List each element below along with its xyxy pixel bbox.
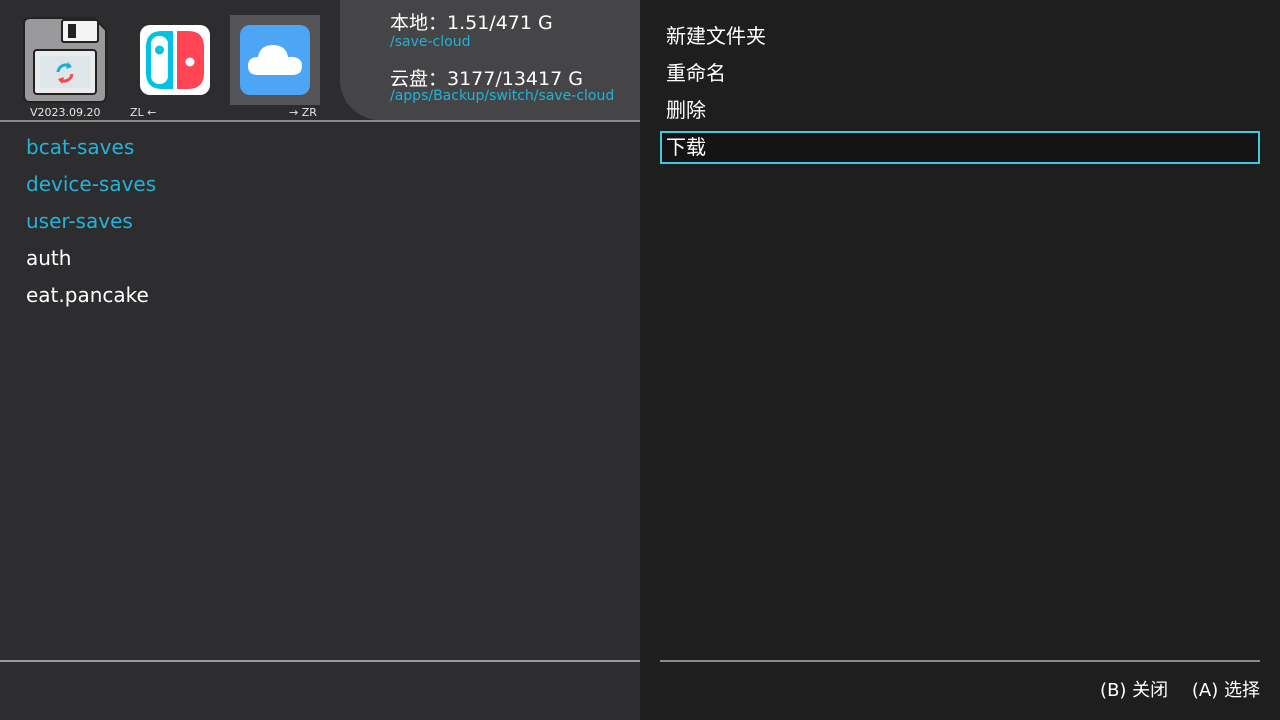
cloud-path: /apps/Backup/switch/save-cloud [390,88,615,104]
context-menu-panel: 新建文件夹 重命名 删除 下载 (B) 关闭 (A) 选择 [640,0,1280,720]
context-menu: 新建文件夹 重命名 删除 下载 [660,20,1260,168]
cloud-tab[interactable] [230,15,320,105]
folder-item[interactable]: device-saves [26,171,156,208]
button-hints: (B) 关闭 (A) 选择 [1082,676,1260,702]
menu-footer-divider [660,660,1260,662]
menu-item-new-folder[interactable]: 新建文件夹 [660,20,1260,53]
cloud-icon [240,25,310,95]
app-logo-icon [23,17,107,103]
zr-hint: → ZR [289,106,317,119]
close-hint[interactable]: (B) 关闭 [1100,680,1168,701]
menu-item-delete[interactable]: 删除 [660,94,1260,127]
header-divider [0,120,640,122]
file-item[interactable]: auth [26,245,156,282]
folder-item[interactable]: bcat-saves [26,134,156,171]
zl-hint: ZL ← [130,106,157,119]
file-list: bcat-saves device-saves user-saves auth … [26,134,156,319]
local-path: /save-cloud [390,34,471,50]
cloud-storage-label: 云盘：3177/13417 G [390,68,583,90]
menu-item-rename[interactable]: 重命名 [660,57,1260,90]
local-storage-label: 本地：1.51/471 G [390,12,553,34]
select-hint[interactable]: (A) 选择 [1192,680,1260,701]
header: V2023.09.20 ZL ← → ZR 本地：1.51/471 G /sav… [0,0,640,121]
file-item[interactable]: eat.pancake [26,282,156,319]
file-browser-panel: V2023.09.20 ZL ← → ZR 本地：1.51/471 G /sav… [0,0,640,720]
version-label: V2023.09.20 [30,106,101,119]
menu-item-download[interactable]: 下载 [660,131,1260,164]
footer-divider [0,660,640,662]
switch-console-icon[interactable] [140,25,210,95]
folder-item[interactable]: user-saves [26,208,156,245]
